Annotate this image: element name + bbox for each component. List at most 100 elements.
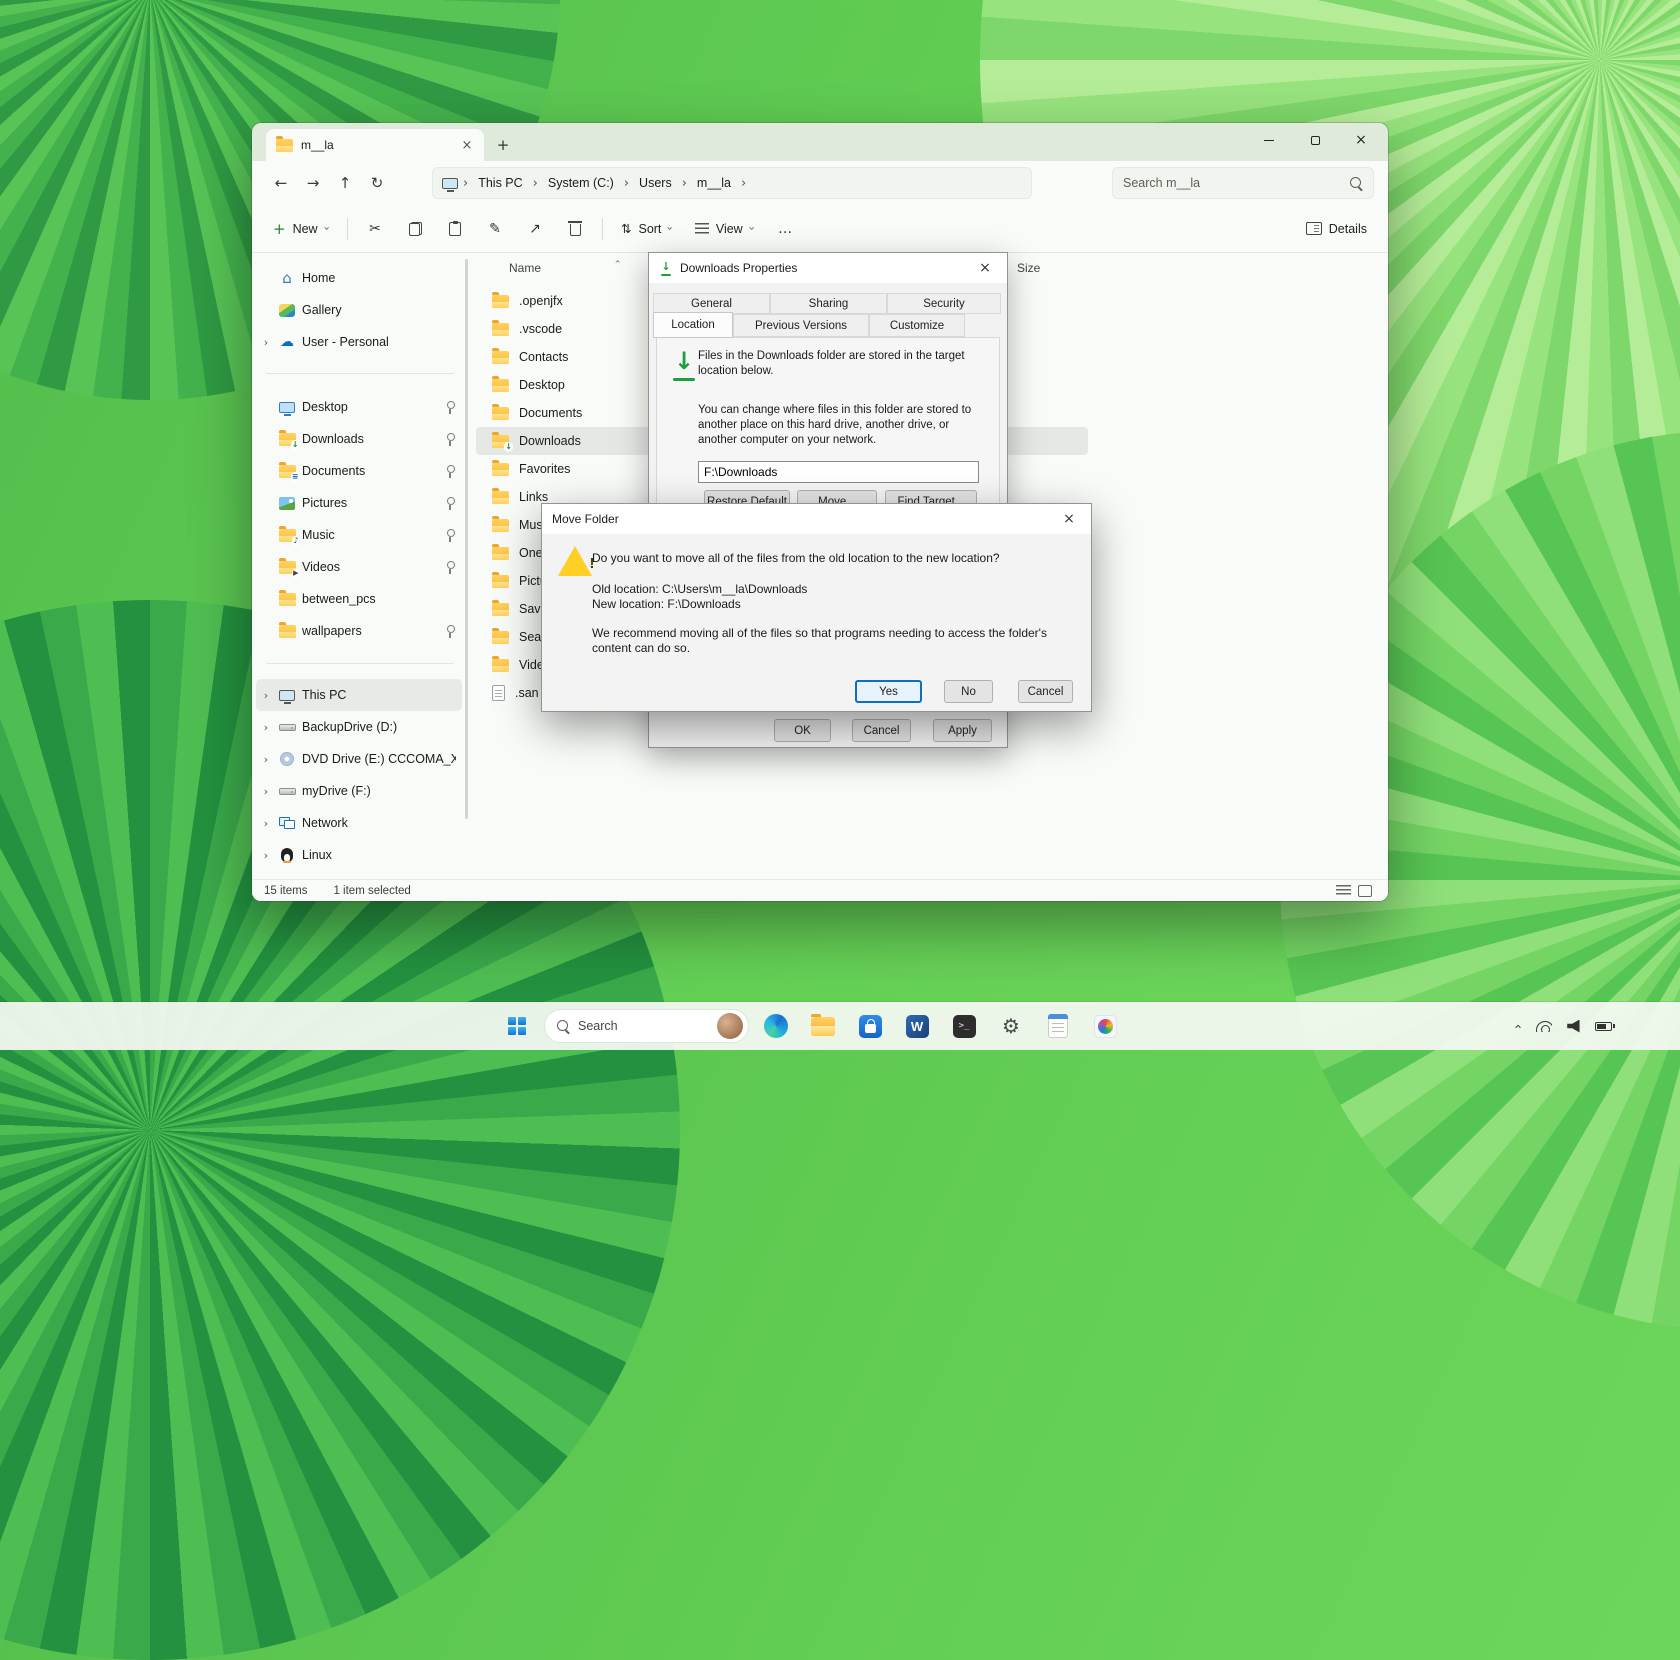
breadcrumb-m-la[interactable]: m__la: [691, 173, 737, 193]
sidebar-item-dvd-drive-e[interactable]: › DVD Drive (E:) CCCOMA_X64F: [256, 743, 462, 775]
taskbar-center-group: Search W >_ ⚙: [497, 1002, 1125, 1050]
tab-security[interactable]: Security: [887, 293, 1001, 314]
sidebar-item-desktop[interactable]: Desktop: [256, 391, 462, 423]
expand-chevron-icon[interactable]: ›: [260, 817, 272, 830]
explorer-tab[interactable]: m__la ×: [266, 129, 484, 161]
more-options-button[interactable]: …: [767, 213, 803, 245]
explorer-search-input[interactable]: Search m__la: [1112, 167, 1374, 199]
copy-button[interactable]: [397, 213, 433, 245]
up-button[interactable]: ↑: [330, 168, 360, 198]
delete-button[interactable]: [557, 213, 593, 245]
cancel-button[interactable]: Cancel: [1018, 680, 1073, 703]
sidebar-item-linux[interactable]: › Linux: [256, 839, 462, 871]
breadcrumb-separator-icon[interactable]: ›: [461, 176, 470, 191]
expand-chevron-icon[interactable]: ›: [260, 785, 272, 798]
windows-logo-icon: [508, 1017, 526, 1035]
dialog-close-button[interactable]: ×: [963, 254, 1007, 283]
location-input[interactable]: [698, 461, 979, 483]
taskbar-notepad-button[interactable]: [1038, 1006, 1078, 1046]
expand-chevron-icon[interactable]: ›: [260, 849, 272, 862]
sidebar-item-pictures[interactable]: Pictures: [256, 487, 462, 519]
column-header-name[interactable]: Name: [509, 261, 541, 275]
breadcrumb-separator-icon[interactable]: ›: [739, 176, 748, 191]
sidebar-item-gallery[interactable]: Gallery: [256, 294, 462, 326]
taskbar-word-button[interactable]: W: [897, 1006, 937, 1046]
network-icon[interactable]: [1536, 1021, 1552, 1032]
move-question-text: Do you want to move all of the files fro…: [592, 551, 1074, 566]
expand-chevron-icon[interactable]: ›: [260, 336, 272, 349]
dialog-close-button[interactable]: ×: [1047, 505, 1091, 534]
sidebar-item-wallpapers[interactable]: wallpapers: [256, 615, 462, 647]
forward-button[interactable]: →: [298, 168, 328, 198]
toolbar-divider: [602, 218, 603, 240]
expand-chevron-icon[interactable]: ›: [260, 753, 272, 766]
new-tab-button[interactable]: +: [490, 132, 516, 158]
pictures-icon: [279, 497, 295, 510]
column-header-size[interactable]: Size: [1017, 261, 1040, 275]
taskbar-store-button[interactable]: [850, 1006, 890, 1046]
sidebar-item-music[interactable]: ♪ Music: [256, 519, 462, 551]
large-icons-view-toggle[interactable]: [1354, 882, 1376, 900]
taskbar-terminal-button[interactable]: >_: [944, 1006, 984, 1046]
breadcrumb-system-c[interactable]: System (C:): [542, 173, 620, 193]
taskbar-settings-button[interactable]: ⚙: [991, 1006, 1031, 1046]
sidebar-item-user-personal[interactable]: › ☁ User - Personal: [256, 326, 462, 358]
expand-chevron-icon[interactable]: ›: [260, 689, 272, 702]
start-button[interactable]: [497, 1006, 537, 1046]
cancel-button[interactable]: Cancel: [852, 719, 911, 742]
sidebar-item-home[interactable]: ⌂ Home: [256, 262, 462, 294]
breadcrumb-this-pc[interactable]: This PC: [472, 173, 528, 193]
breadcrumb-separator-icon[interactable]: ›: [531, 176, 540, 191]
taskbar-photos-button[interactable]: [1085, 1006, 1125, 1046]
paste-button[interactable]: [437, 213, 473, 245]
tab-customize[interactable]: Customize: [869, 314, 965, 337]
tab-sharing[interactable]: Sharing: [770, 293, 887, 314]
maximize-button[interactable]: [1292, 123, 1338, 157]
no-button[interactable]: No: [944, 680, 993, 703]
hidden-icons-chevron[interactable]: ›: [1511, 1023, 1526, 1028]
drive-icon: [279, 788, 296, 795]
minimize-button[interactable]: [1246, 123, 1292, 157]
sidebar-item-videos[interactable]: ▶ Videos: [256, 551, 462, 583]
breadcrumb-users[interactable]: Users: [633, 173, 678, 193]
tab-general[interactable]: General: [653, 293, 770, 314]
address-bar[interactable]: › This PC › System (C:) › Users › m__la …: [432, 167, 1032, 199]
refresh-button[interactable]: ↻: [362, 168, 392, 198]
new-button[interactable]: + New ›: [264, 213, 338, 245]
sidebar-item-this-pc[interactable]: › This PC: [256, 679, 462, 711]
dialog-title: Downloads Properties: [680, 261, 797, 275]
sidebar-item-backupdrive-d[interactable]: › BackupDrive (D:): [256, 711, 462, 743]
share-button[interactable]: ↗: [517, 213, 553, 245]
dialog-title-bar: ↓ Downloads Properties ×: [649, 253, 1007, 283]
taskbar-search-input[interactable]: Search: [544, 1009, 749, 1043]
sidebar-item-downloads[interactable]: ↓ Downloads: [256, 423, 462, 455]
sidebar-item-documents[interactable]: ≡ Documents: [256, 455, 462, 487]
ok-button[interactable]: OK: [774, 719, 831, 742]
sidebar-item-between-pcs[interactable]: between_pcs: [256, 583, 462, 615]
sidebar-item-network[interactable]: › Network: [256, 807, 462, 839]
volume-icon[interactable]: [1567, 1020, 1580, 1033]
this-pc-icon: [442, 178, 458, 189]
details-button-label: Details: [1329, 222, 1367, 236]
details-view-toggle[interactable]: [1332, 882, 1354, 900]
rename-button[interactable]: ✎: [477, 213, 513, 245]
expand-chevron-icon[interactable]: ›: [260, 721, 272, 734]
tab-location[interactable]: Location: [653, 312, 733, 338]
cut-button[interactable]: ✂: [357, 213, 393, 245]
tab-close-icon[interactable]: ×: [458, 136, 476, 154]
tab-previous-versions[interactable]: Previous Versions: [733, 314, 869, 337]
close-button[interactable]: ×: [1338, 123, 1384, 157]
apply-button[interactable]: Apply: [933, 719, 992, 742]
back-button[interactable]: ←: [266, 168, 296, 198]
desktop-icon: [279, 402, 295, 413]
taskbar-file-explorer-button[interactable]: [803, 1006, 843, 1046]
battery-icon[interactable]: [1595, 1022, 1612, 1031]
breadcrumb-separator-icon[interactable]: ›: [622, 176, 631, 191]
taskbar-edge-button[interactable]: [756, 1006, 796, 1046]
details-pane-button[interactable]: Details: [1297, 213, 1376, 245]
sort-button[interactable]: ⇅ Sort ›: [612, 213, 682, 245]
view-button[interactable]: View ›: [686, 213, 763, 245]
sidebar-item-mydrive-f[interactable]: › myDrive (F:): [256, 775, 462, 807]
yes-button[interactable]: Yes: [855, 680, 922, 703]
breadcrumb-separator-icon[interactable]: ›: [680, 176, 689, 191]
